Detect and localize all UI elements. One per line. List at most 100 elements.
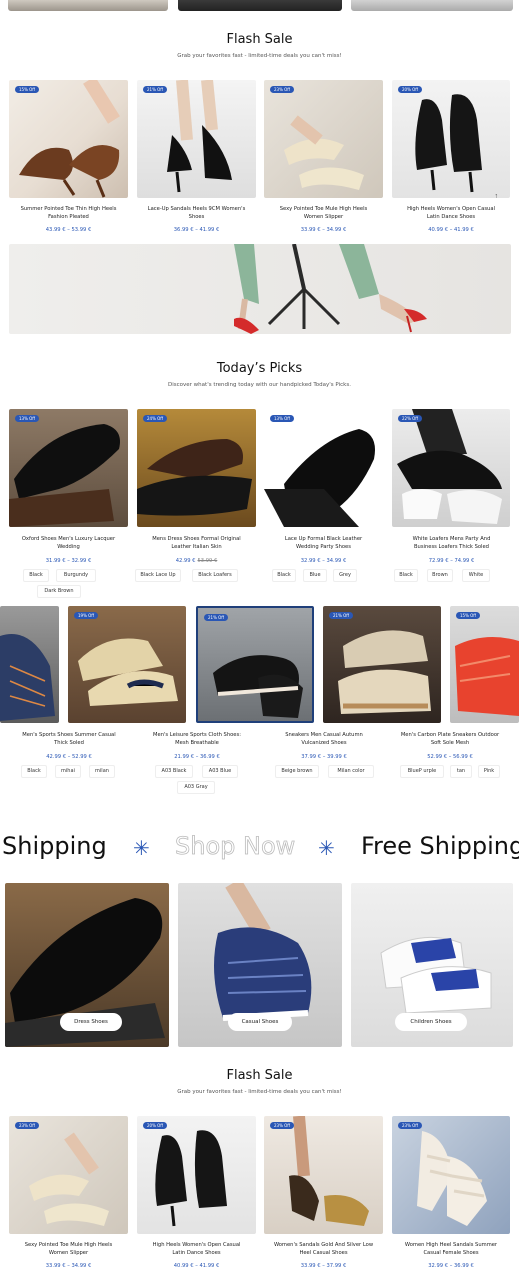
- product-price: 33.99 € – 34.99 €: [300, 227, 347, 233]
- product-image[interactable]: 23% Off: [264, 1116, 383, 1234]
- product-name[interactable]: Women High Heel Sandals Summer Casual Fem…: [392, 1241, 510, 1257]
- product-price: 32.99 € – 36.99 €: [428, 1263, 474, 1269]
- variant-chip[interactable]: BlueP urple: [400, 765, 444, 778]
- variant-chip[interactable]: Grey: [333, 569, 357, 582]
- product-image[interactable]: 21% Off: [196, 606, 314, 723]
- product-image-partial[interactable]: [8, 0, 168, 11]
- discount-badge: 13% Off: [15, 415, 40, 422]
- variant-chip[interactable]: milan: [89, 765, 115, 778]
- product-name[interactable]: Men's Carbon Plate Sneakers Outdoor Soft …: [381, 731, 519, 747]
- variant-chip[interactable]: Black: [21, 765, 47, 778]
- discount-badge: 15% Off: [15, 86, 40, 93]
- section-title-todays-picks: Today’s Picks: [216, 361, 303, 376]
- product-name[interactable]: Oxford Shoes Men's Luxury Lacquer Wedding: [2, 535, 135, 551]
- promo-banner[interactable]: [9, 244, 511, 334]
- product-image[interactable]: 22% Off: [392, 409, 510, 527]
- discount-badge: 19% Off: [74, 612, 99, 619]
- variant-chip[interactable]: Burgundy: [56, 569, 96, 582]
- product-name[interactable]: High Heels Women's Open Casual Latin Danc…: [392, 205, 510, 221]
- product-image[interactable]: 23% Off: [264, 80, 383, 198]
- product-name[interactable]: Men's Sports Shoes Summer Casual Thick So…: [0, 731, 138, 747]
- marquee-text: Shipping: [2, 832, 107, 860]
- product-price: 21.99 € – 36.99 €: [174, 754, 220, 760]
- product-price: 32.99 € – 34.99 €: [300, 558, 347, 564]
- product-image[interactable]: 19% Off: [68, 606, 186, 723]
- product-name[interactable]: Lace Up Formal Black Leather Wedding Part…: [257, 535, 390, 551]
- product-image[interactable]: 13% Off: [264, 409, 383, 527]
- discount-badge: 13% Off: [270, 415, 295, 422]
- variant-chip[interactable]: Black: [272, 569, 296, 582]
- variant-chip[interactable]: Dark Brown: [37, 585, 81, 598]
- section-subtitle: Discover what's trending today with our …: [168, 382, 351, 388]
- arrow-up-icon[interactable]: ↑: [495, 193, 499, 198]
- category-tile-dress-shoes[interactable]: Dress Shoes: [5, 883, 169, 1047]
- section-subtitle: Grab your favorites fast - limited-time …: [177, 53, 342, 59]
- variant-chip[interactable]: A03 Black: [155, 765, 193, 778]
- product-image[interactable]: 21% Off: [137, 80, 256, 198]
- product-image[interactable]: 20% Off ↑: [392, 80, 510, 198]
- product-name[interactable]: Men's Leisure Sports Cloth Shoes: Mesh Br…: [128, 731, 266, 747]
- variant-chip[interactable]: Black Loafers: [192, 569, 238, 582]
- product-image[interactable]: 23% Off: [392, 1116, 510, 1234]
- product-name[interactable]: Sneakers Men Casual Autumn Vulcanized Sho…: [255, 731, 393, 747]
- product-image-partial[interactable]: [351, 0, 513, 11]
- section-title-flash-sale: Flash Sale: [226, 1068, 293, 1083]
- discount-badge: 20% Off: [398, 86, 423, 93]
- discount-badge: 21% Off: [329, 612, 354, 619]
- product-price: 33.99 € – 34.99 €: [45, 1263, 92, 1269]
- product-name[interactable]: Sexy Pointed Toe Mule High Heels Women Sl…: [264, 205, 383, 221]
- product-image[interactable]: 24% Off: [137, 409, 256, 527]
- product-name[interactable]: Lace-Up Sandals Heels 9CM Women's Shoes: [137, 205, 256, 221]
- category-button[interactable]: Casual Shoes: [228, 1013, 292, 1031]
- product-name[interactable]: High Heels Women's Open Casual Latin Danc…: [137, 1241, 256, 1257]
- product-image[interactable]: [0, 606, 59, 723]
- variant-chip[interactable]: Milan color: [328, 765, 374, 778]
- discount-badge: 23% Off: [15, 1122, 40, 1129]
- category-tile-casual-shoes[interactable]: Casual Shoes: [178, 883, 342, 1047]
- marquee-shop-now[interactable]: Shop Now: [175, 832, 296, 860]
- product-name[interactable]: Sexy Pointed Toe Mule High Heels Women Sl…: [9, 1241, 128, 1257]
- product-price: 36.99 € – 41.99 €: [173, 227, 220, 233]
- product-image[interactable]: 13% Off: [9, 409, 128, 527]
- variant-chip[interactable]: A03 Blue: [202, 765, 238, 778]
- variant-chip[interactable]: Brown: [427, 569, 453, 582]
- marquee-text: Free Shipping: [361, 832, 519, 860]
- variant-chip[interactable]: Blue: [303, 569, 327, 582]
- product-image[interactable]: 21% Off: [323, 606, 441, 723]
- product-image-partial[interactable]: [178, 0, 342, 11]
- product-name[interactable]: Summer Pointed Toe Thin High Heels Fashio…: [9, 205, 128, 221]
- product-name[interactable]: Mens Dress Shoes Formal Original Leather …: [130, 535, 263, 551]
- discount-badge: 21% Off: [143, 86, 168, 93]
- product-price: 72.99 € – 74.99 €: [428, 558, 475, 564]
- variant-chip[interactable]: Pink: [478, 765, 500, 778]
- section-title-flash-sale: Flash Sale: [226, 32, 293, 47]
- category-tile-children-shoes[interactable]: Children Shoes: [351, 883, 513, 1047]
- variant-chip[interactable]: Black: [23, 569, 49, 582]
- category-button[interactable]: Dress Shoes: [60, 1013, 122, 1031]
- variant-chip[interactable]: Black: [394, 569, 418, 582]
- variant-chip[interactable]: Beige brown: [275, 765, 319, 778]
- product-image[interactable]: 15% Off: [450, 606, 519, 723]
- product-price: 42.99 €53.99 €: [175, 558, 218, 564]
- product-price: 42.99 € – 52.99 €: [46, 754, 92, 760]
- variant-chip[interactable]: tan: [450, 765, 472, 778]
- variant-chip[interactable]: mihai: [55, 765, 81, 778]
- product-image[interactable]: 15% Off: [9, 80, 128, 198]
- marquee-banner: Shipping ✳ Shop Now ✳ Free Shipping: [0, 832, 519, 868]
- variant-chip[interactable]: A03 Gray: [177, 781, 215, 794]
- asterisk-icon: ✳: [318, 838, 335, 860]
- discount-badge: 22% Off: [398, 415, 423, 422]
- product-name[interactable]: Women's Sandals Gold And Silver Low Heel …: [264, 1241, 383, 1257]
- discount-badge: 15% Off: [456, 612, 481, 619]
- discount-badge: 23% Off: [398, 1122, 423, 1129]
- category-button[interactable]: Children Shoes: [395, 1013, 467, 1031]
- discount-badge: 24% Off: [143, 415, 168, 422]
- product-name[interactable]: White Loafers Mens Party And Business Loa…: [385, 535, 518, 551]
- variant-chip[interactable]: White: [462, 569, 490, 582]
- product-image[interactable]: 23% Off: [9, 1116, 128, 1234]
- discount-badge: 21% Off: [204, 614, 229, 621]
- discount-badge: 20% Off: [143, 1122, 168, 1129]
- product-image[interactable]: 20% Off: [137, 1116, 256, 1234]
- asterisk-icon: ✳: [133, 838, 150, 860]
- variant-chip[interactable]: Black Lace Up: [135, 569, 181, 582]
